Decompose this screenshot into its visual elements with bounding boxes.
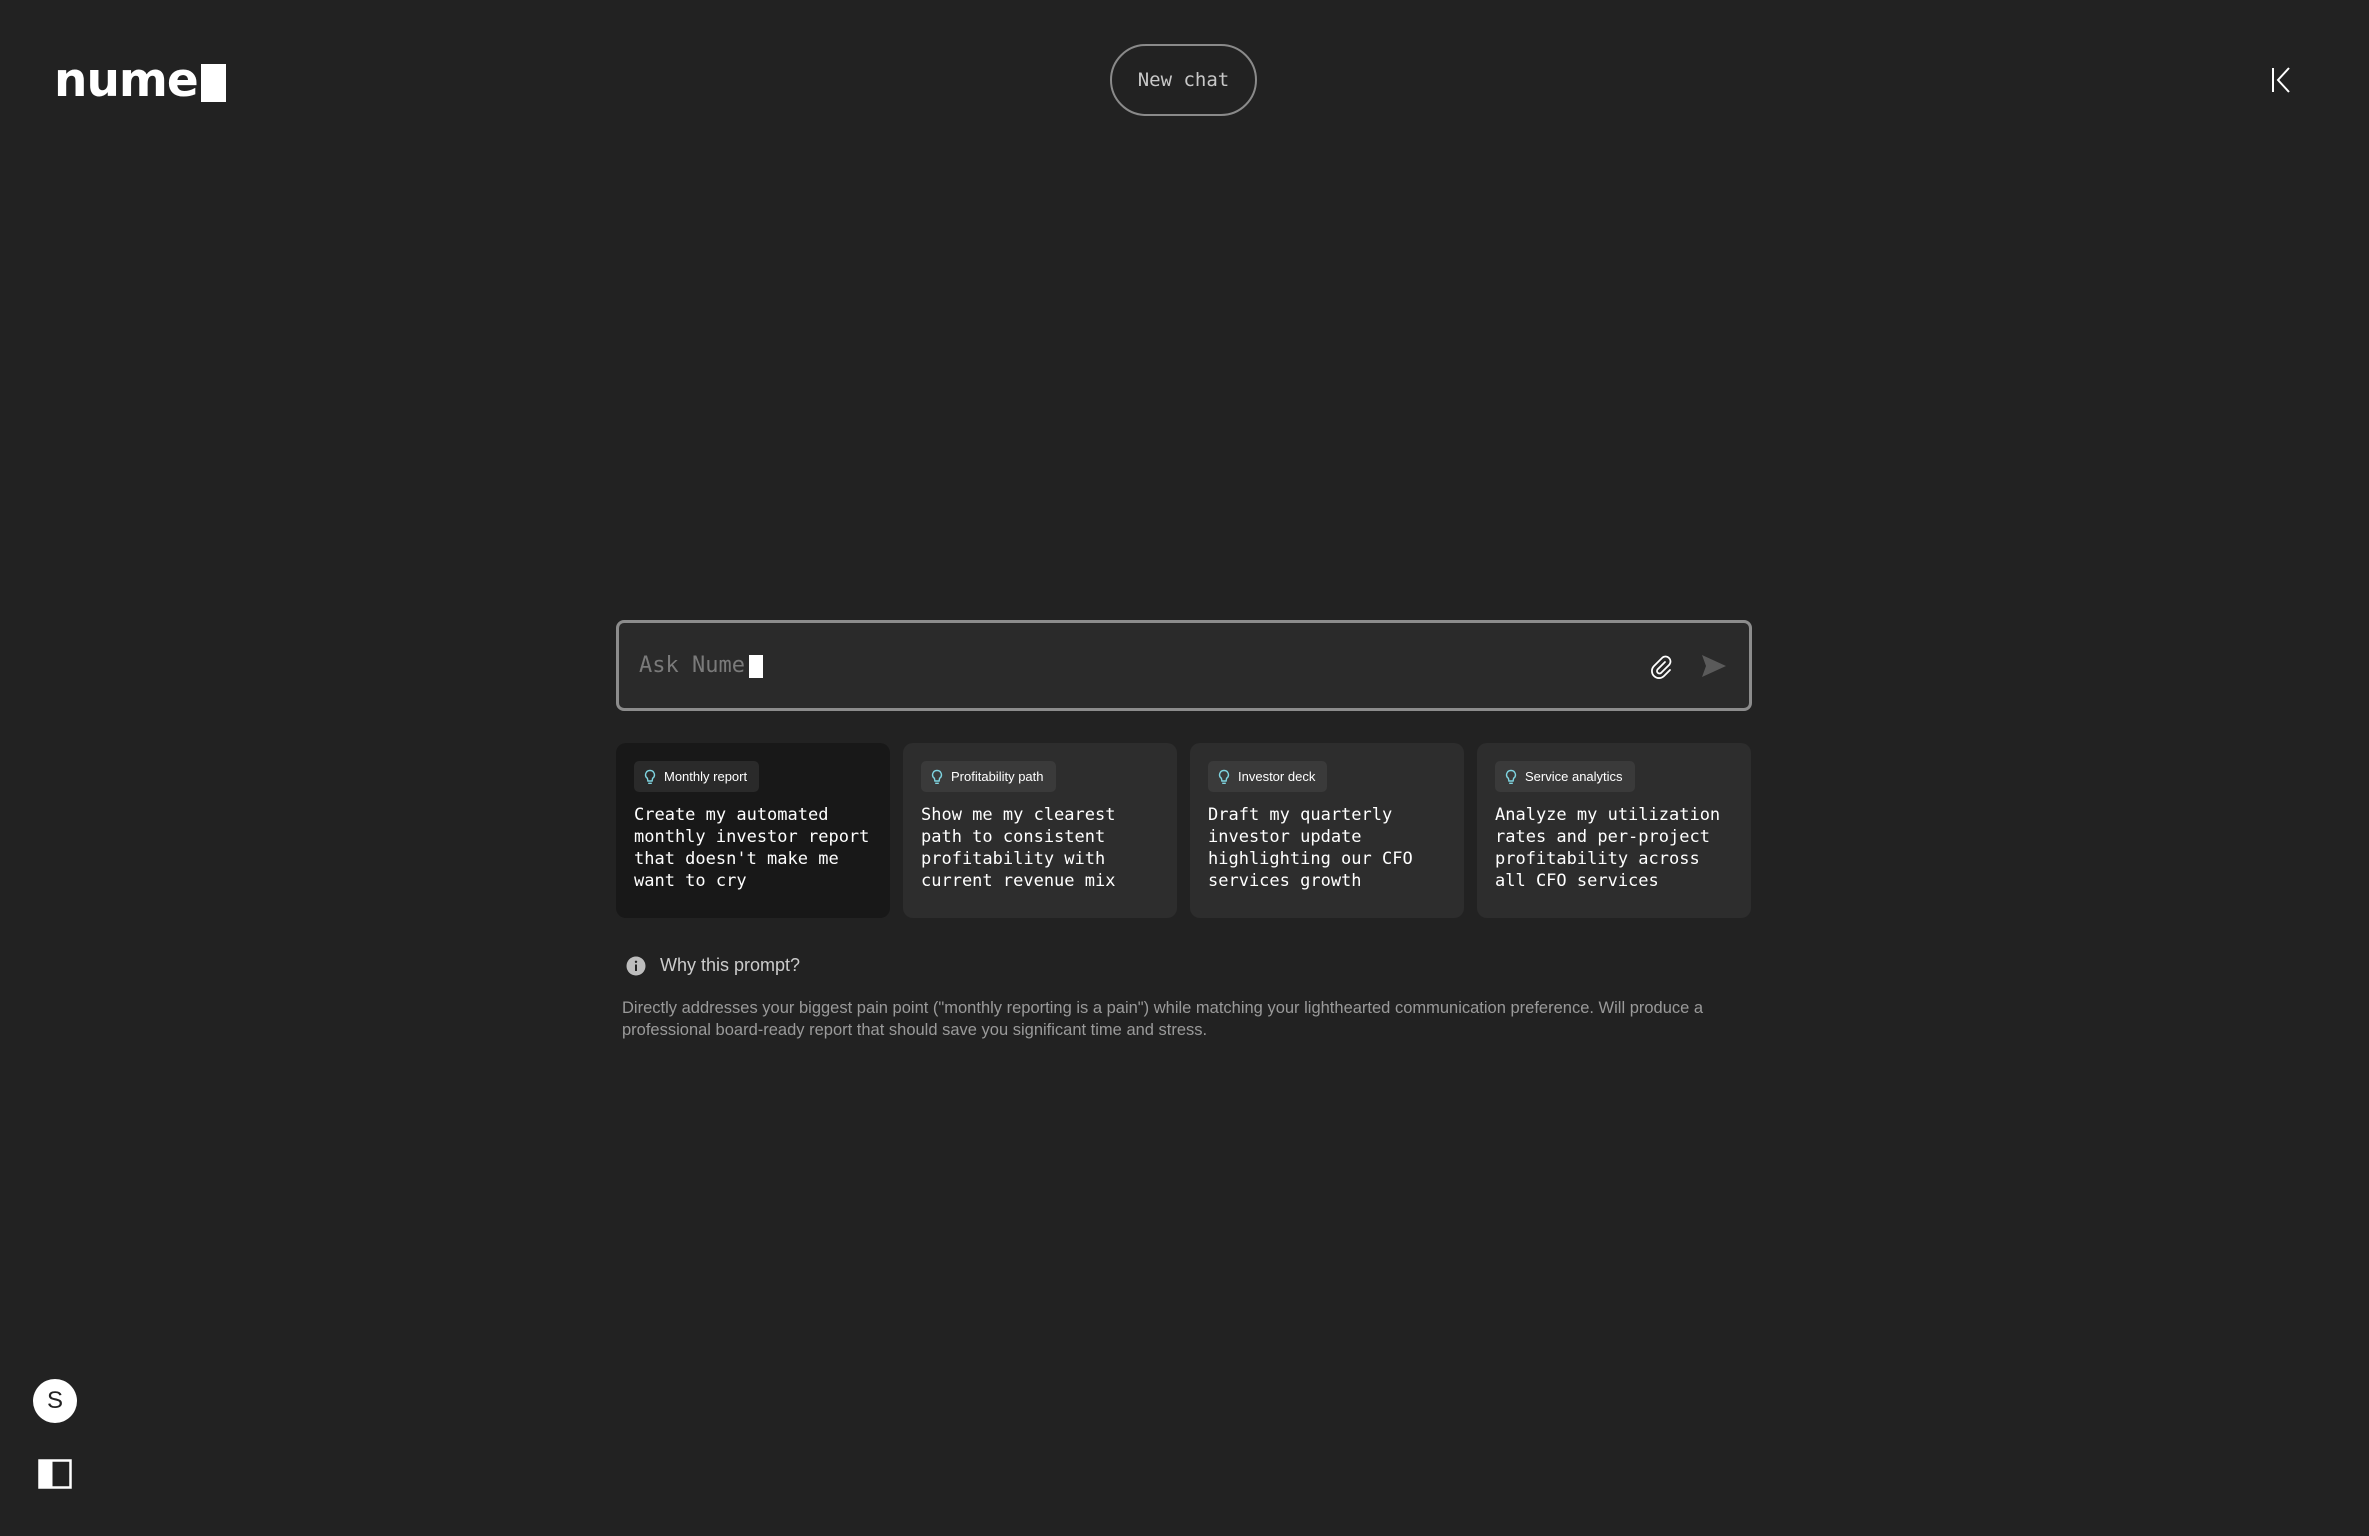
logo: nume [54, 53, 226, 108]
lightbulb-icon [1505, 769, 1517, 784]
card-tag: Monthly report [634, 761, 760, 792]
card-text: Draft my quarterly investor update highl… [1208, 805, 1413, 891]
collapse-panel-button[interactable] [2266, 62, 2298, 98]
card-tag: Service analytics [1495, 761, 1635, 792]
ask-input[interactable] [639, 645, 1749, 686]
new-chat-button[interactable]: New chat [1110, 44, 1257, 116]
collapse-left-icon [2272, 67, 2290, 93]
logo-text: nume [54, 53, 199, 108]
suggestion-card-service-analytics[interactable]: Service analytics Analyze my utilization… [1477, 743, 1751, 918]
suggestion-card-profitability-path[interactable]: Profitability path Show me my clearest p… [903, 743, 1177, 918]
lightbulb-icon [1218, 769, 1230, 784]
card-tag-label: Profitability path [951, 769, 1044, 784]
attach-button[interactable] [1645, 649, 1679, 683]
paperclip-icon [1651, 655, 1672, 679]
lightbulb-icon [644, 769, 656, 784]
card-tag: Profitability path [921, 761, 1056, 792]
card-tag: Investor deck [1208, 761, 1328, 792]
suggestion-cards: Monthly report Create my automated month… [616, 743, 1752, 918]
lightbulb-icon [931, 769, 943, 784]
why-description: Directly addresses your biggest pain poi… [622, 999, 1704, 1039]
logo-cursor-block [200, 64, 226, 102]
why-this-prompt: Why this prompt? [626, 955, 800, 976]
card-tag-label: Service analytics [1525, 769, 1623, 784]
user-avatar[interactable]: S [33, 1379, 77, 1423]
ask-box [616, 620, 1752, 711]
input-caret-block [749, 655, 763, 678]
why-title: Why this prompt? [660, 955, 801, 975]
card-text: Create my automated monthly investor rep… [634, 805, 870, 891]
card-tag-label: Monthly report [664, 769, 748, 784]
suggestion-card-investor-deck[interactable]: Investor deck Draft my quarterly investo… [1190, 743, 1464, 918]
send-button[interactable] [1697, 649, 1731, 683]
send-icon [1702, 655, 1726, 677]
card-text: Show me my clearest path to consistent p… [921, 805, 1116, 891]
card-text: Analyze my utilization rates and per-pro… [1495, 805, 1721, 891]
info-icon [626, 956, 646, 975]
suggestion-card-monthly-report[interactable]: Monthly report Create my automated month… [616, 743, 890, 918]
sidebar-toggle-icon [38, 1459, 72, 1489]
sidebar-toggle-button[interactable] [38, 1459, 72, 1489]
card-tag-label: Investor deck [1238, 769, 1316, 784]
